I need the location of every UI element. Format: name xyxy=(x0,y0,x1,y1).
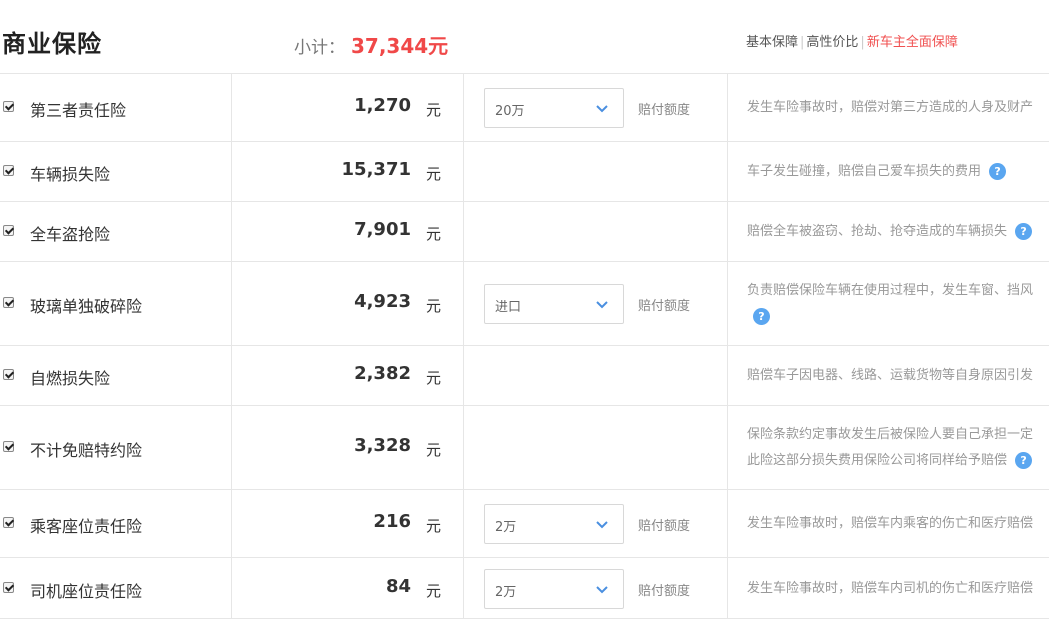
insurance-name: 乘客座位责任险 xyxy=(30,517,143,536)
description-line: 赔偿车子因电器、线路、运载货物等自身原因引发 xyxy=(747,368,1034,383)
insurance-name: 自燃损失险 xyxy=(30,369,111,388)
section-title: 商业保险 xyxy=(2,30,102,58)
coverage-select-value: 2万 xyxy=(495,584,517,600)
insurance-name: 不计免赔特约险 xyxy=(30,441,143,460)
insurance-header: 商业保险 小计： 37,344元 基本保障 | 高性价比 | 新车主全面保障 xyxy=(0,0,1049,74)
insurance-price: 7,901 xyxy=(354,219,411,240)
insurance-checkbox[interactable] xyxy=(3,581,14,593)
help-icon[interactable]: ? xyxy=(989,163,1007,180)
help-icon[interactable]: ? xyxy=(1015,452,1033,469)
insurance-price: 1,270 xyxy=(354,95,411,116)
insurance-price: 216 xyxy=(373,511,411,532)
chevron-down-icon xyxy=(595,517,609,531)
description-line: 保险条款约定事故发生后被保险人要自己承担一定 xyxy=(747,427,1034,442)
price-unit: 元 xyxy=(426,581,442,600)
insurance-price: 3,328 xyxy=(354,435,411,456)
description-line: 发生车险事故时，赔偿车内司机的伤亡和医疗赔偿 xyxy=(747,580,1034,596)
insurance-description: 保险条款约定事故发生后被保险人要自己承担一定此险这部分损失费用保险公司将同样给予… xyxy=(747,422,1049,474)
insurance-checkbox[interactable] xyxy=(3,101,14,112)
insurance-row: 乘客座位责任险 216 元 2万 赔付额度 发生车险事故时，赔偿车内乘客的伤亡和医疗赔… xyxy=(0,490,1049,558)
insurance-row: 玻璃单独破碎险 4,923 元 进口 赔付额度 负责赔偿保险车辆在使用过程中，发生车窗… xyxy=(0,262,1049,346)
insurance-name: 司机座位责任险 xyxy=(30,581,143,601)
insurance-checkbox[interactable] xyxy=(3,165,14,176)
insurance-checkbox[interactable] xyxy=(3,369,14,380)
insurance-row: 第三者责任险 1,270 元 20万 赔付额度 发生车险事故时，赔偿对第三方造成的人身… xyxy=(0,74,1049,142)
coverage-label: 赔付额度 xyxy=(638,583,691,599)
price-unit: 元 xyxy=(426,369,442,387)
coverage-select-value: 2万 xyxy=(495,520,517,535)
description-line: 此险这部分损失费用保险公司将同样给予赔偿? xyxy=(747,448,1049,474)
insurance-price: 84 xyxy=(385,575,411,597)
insurance-row: 自燃损失险 2,382 元 赔偿车子因电器、线路、运载货物等自身原因引发 xyxy=(0,346,1049,406)
plan-basic-link[interactable]: 基本保障 xyxy=(746,35,798,50)
insurance-description: 发生车险事故时，赔偿车内司机的伤亡和医疗赔偿 xyxy=(747,576,1049,602)
chevron-down-icon xyxy=(595,297,609,311)
insurance-row: 不计免赔特约险 3,328 元 保险条款约定事故发生后被保险人要自己承担一定此险这部分… xyxy=(0,406,1049,490)
plan-full-link[interactable]: 新车主全面保障 xyxy=(867,35,958,50)
insurance-checkbox[interactable] xyxy=(3,517,14,528)
price-unit: 元 xyxy=(426,297,442,315)
insurance-row: 车辆损失险 15,371 元 车子发生碰撞，赔偿自己爱车损失的费用? xyxy=(0,142,1049,202)
help-icon[interactable]: ? xyxy=(1015,223,1033,240)
insurance-description: 赔偿车子因电器、线路、运载货物等自身原因引发 xyxy=(747,363,1049,389)
insurance-checkbox[interactable] xyxy=(3,441,14,452)
price-unit: 元 xyxy=(426,517,442,535)
insurance-description: 发生车险事故时，赔偿车内乘客的伤亡和医疗赔偿 xyxy=(747,511,1049,537)
coverage-label: 赔付额度 xyxy=(638,103,691,118)
coverage-select-value: 20万 xyxy=(495,104,525,119)
coverage-select[interactable]: 2万 xyxy=(484,568,624,609)
insurance-description: 赔偿全车被盗窃、抢劫、抢夺造成的车辆损失? xyxy=(747,219,1049,245)
insurance-row: 司机座位责任险 84 元 2万 赔付额度 发生车险事故时，赔偿车内司机的伤亡和医疗赔偿 xyxy=(0,558,1049,619)
description-line: 赔偿全车被盗窃、抢劫、抢夺造成的车辆损失? xyxy=(747,219,1049,245)
subtotal-value: 37,344元 xyxy=(351,34,449,58)
description-line: 发生车险事故时，赔偿车内乘客的伤亡和医疗赔偿 xyxy=(747,516,1034,531)
plan-value-link[interactable]: 高性价比 xyxy=(806,35,858,50)
insurance-row: 全车盗抢险 7,901 元 赔偿全车被盗窃、抢劫、抢夺造成的车辆损失? xyxy=(0,202,1049,262)
insurance-description: 发生车险事故时，赔偿对第三方造成的人身及财产 xyxy=(747,95,1049,121)
price-unit: 元 xyxy=(426,101,442,119)
coverage-select[interactable]: 2万 xyxy=(484,504,624,544)
subtotal-label: 小计： xyxy=(294,38,345,58)
coverage-label: 赔付额度 xyxy=(638,299,691,314)
insurance-price: 15,371 xyxy=(341,159,411,180)
insurance-name: 第三者责任险 xyxy=(30,101,127,120)
price-unit: 元 xyxy=(426,165,442,183)
insurance-description: 负责赔偿保险车辆在使用过程中，发生车窗、挡风? xyxy=(747,278,1049,330)
description-line: 负责赔偿保险车辆在使用过程中，发生车窗、挡风 xyxy=(747,283,1034,298)
subtotal: 小计： 37,344元 xyxy=(294,30,448,59)
coverage-label: 赔付额度 xyxy=(638,519,691,534)
description-line: 车子发生碰撞，赔偿自己爱车损失的费用? xyxy=(747,159,1049,185)
coverage-select[interactable]: 20万 xyxy=(484,88,624,128)
insurance-checkbox[interactable] xyxy=(3,297,14,308)
insurance-name: 玻璃单独破碎险 xyxy=(30,297,143,316)
help-icon[interactable]: ? xyxy=(753,308,770,325)
price-unit: 元 xyxy=(426,225,442,243)
insurance-price: 4,923 xyxy=(354,291,411,312)
insurance-description: 车子发生碰撞，赔偿自己爱车损失的费用? xyxy=(747,159,1049,185)
insurance-checkbox[interactable] xyxy=(3,225,14,236)
insurance-price: 2,382 xyxy=(354,363,411,384)
insurance-name: 全车盗抢险 xyxy=(30,225,111,244)
chevron-down-icon xyxy=(595,582,609,596)
coverage-select[interactable]: 进口 xyxy=(484,284,624,324)
description-line: 发生车险事故时，赔偿对第三方造成的人身及财产 xyxy=(747,100,1034,115)
insurance-name: 车辆损失险 xyxy=(30,165,111,184)
plan-links: 基本保障 | 高性价比 | 新车主全面保障 xyxy=(746,35,958,50)
price-unit: 元 xyxy=(426,441,442,459)
chevron-down-icon xyxy=(595,101,609,115)
coverage-select-value: 进口 xyxy=(495,300,522,315)
